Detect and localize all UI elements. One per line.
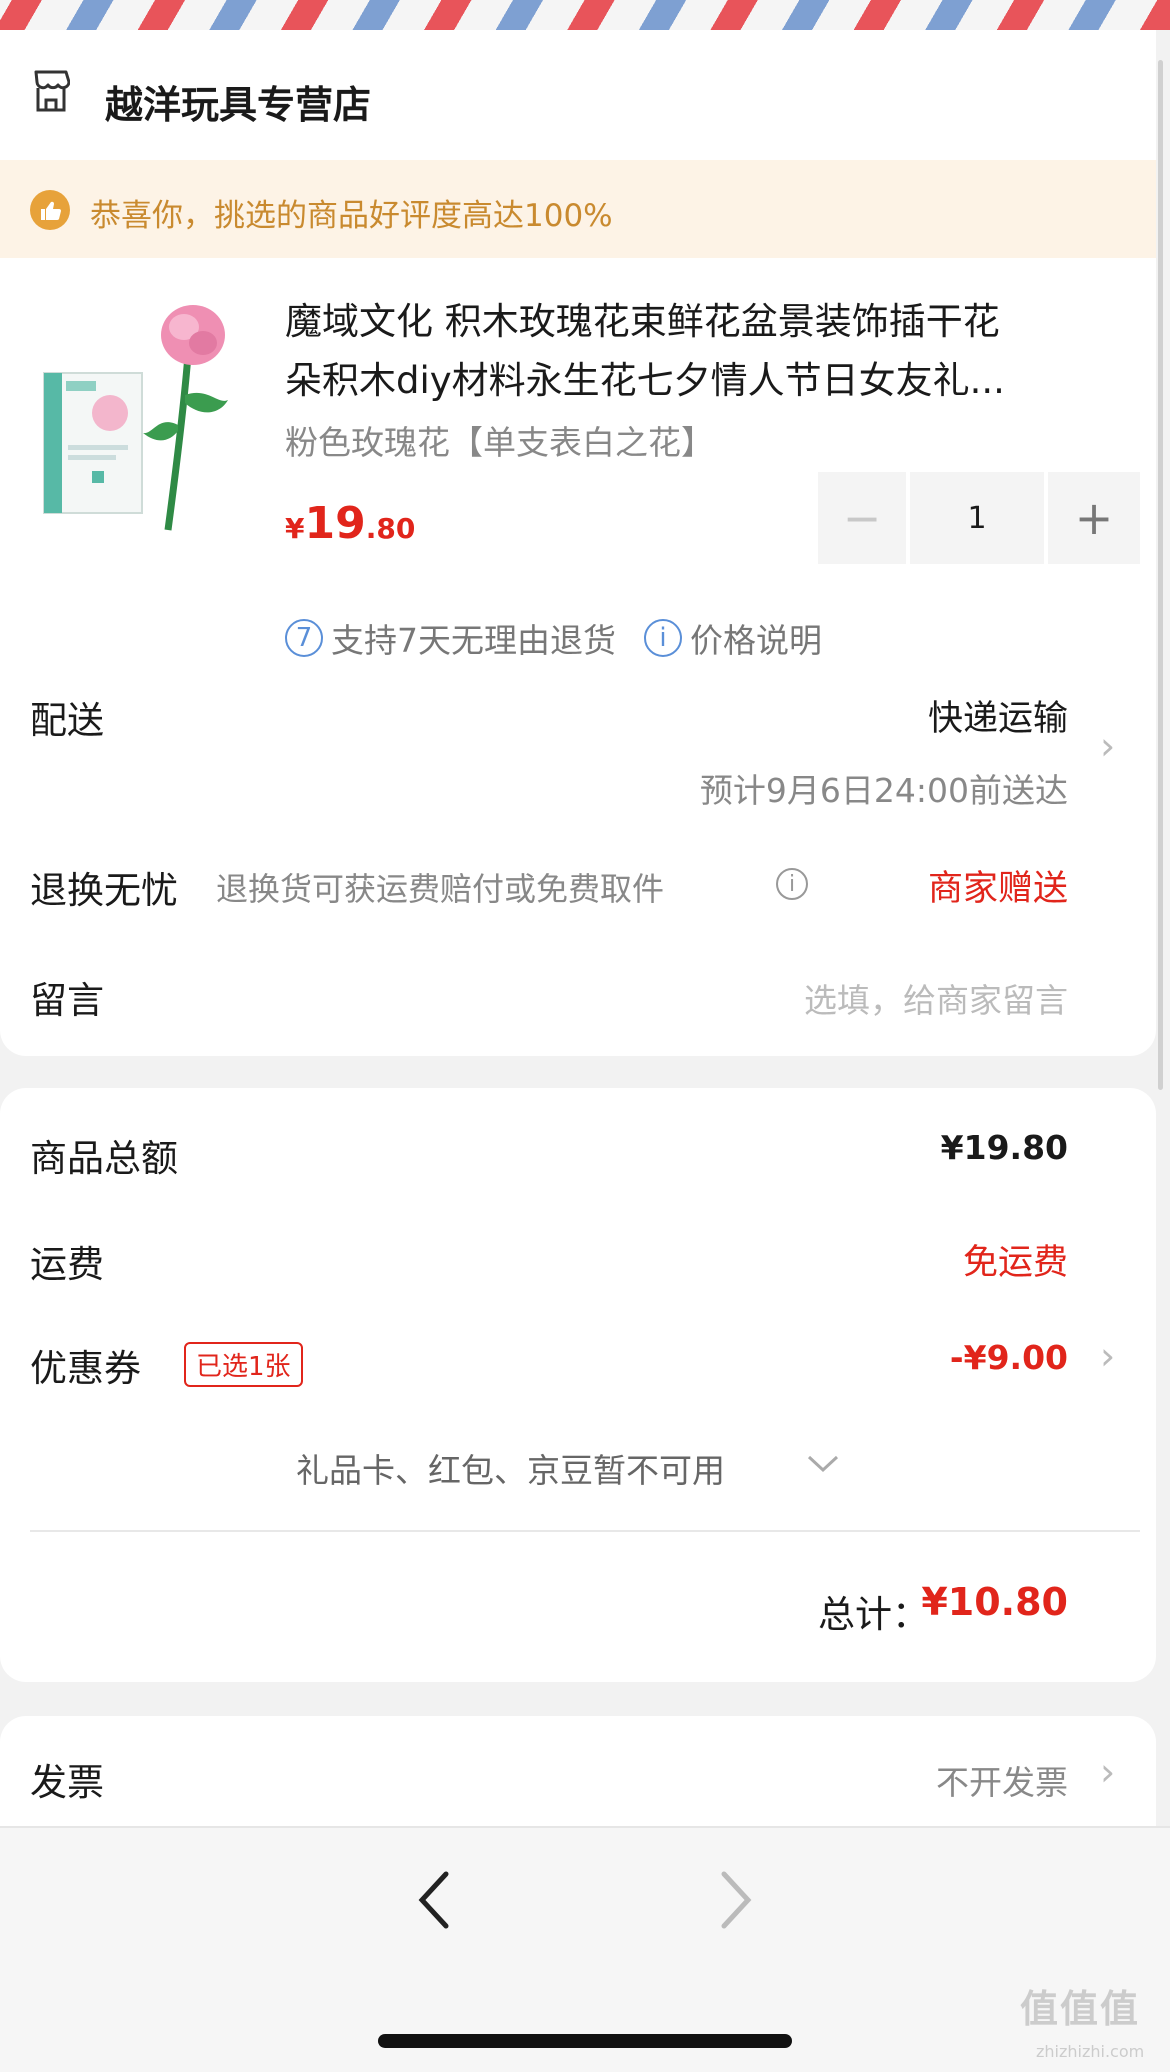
info-icon[interactable]: i [776,868,808,900]
message-label: 留言 [30,979,104,1022]
product-title-line: 魔域文化 积木玫瑰花束鲜花盆景装饰插干花 [285,300,1000,343]
info-icon: i [644,619,682,657]
invoice-card[interactable]: 发票 不开发票 › [0,1716,1156,1826]
return-policy-text[interactable]: 支持7天无理由退货 [331,614,616,662]
coupon-label: 优惠券 [30,1347,141,1390]
invoice-label: 发票 [30,1761,104,1804]
total-value: ¥10.80 [921,1580,1068,1624]
forward-arrow-icon[interactable] [716,1868,756,1932]
price-integer: 19 [304,498,366,549]
product-title[interactable]: 魔域文化 积木玫瑰花束鲜花盆景装饰插干花 朵积木diy材料永生花七夕情人节日女友… [285,292,1115,410]
coupon-value[interactable]: -¥9.00 [950,1338,1068,1377]
scrollbar[interactable] [1158,60,1163,1090]
chevron-right-icon[interactable]: › [1100,724,1115,768]
price-summary-card: 商品总额 ¥19.80 运费 免运费 优惠券 已选1张 -¥9.00 › 礼品卡… [0,1088,1156,1682]
order-card: 越洋玩具专营店 恭喜你，挑选的商品好评度高达100% 魔域文化 积木玫瑰花束鲜花… [0,30,1156,1056]
message-input[interactable]: 选填，给商家留言 [804,974,1068,1022]
chevron-right-icon[interactable]: › [1100,1750,1115,1794]
chevron-right-icon[interactable]: › [1100,1334,1115,1378]
unavailable-notice[interactable]: 礼品卡、红包、京豆暂不可用 [296,1444,725,1492]
increase-button[interactable]: + [1048,472,1140,564]
delivery-method[interactable]: 快递运输 [928,690,1068,741]
watermark-url: zhizhizhi.com [1036,2042,1145,2061]
product-price: ¥19.80 [285,498,415,549]
product-spec[interactable]: 粉色玫瑰花【单支表白之花】 [285,416,714,464]
invoice-value[interactable]: 不开发票 [936,1756,1068,1804]
shipping-label: 运费 [30,1243,104,1286]
delivery-eta: 预计9月6日24:00前送达 [699,771,1068,810]
return-service-label: 退换无忧 [30,869,178,912]
product-image[interactable] [38,295,248,540]
service-row: 7 支持7天无理由退货 i 价格说明 [285,614,822,662]
price-info-link[interactable]: 价格说明 [690,614,822,662]
envelope-stripe [0,0,1170,30]
quantity-value[interactable]: 1 [910,472,1044,564]
product-title-line: 朵积木diy材料永生花七夕情人节日女友礼... [285,359,1005,402]
return-service-desc: 退换货可获运费赔付或免费取件 [216,870,665,908]
delivery-label: 配送 [30,699,104,742]
back-arrow-icon[interactable] [414,1868,454,1932]
decrease-button[interactable]: − [818,472,906,564]
store-name[interactable]: 越洋玩具专营店 [105,74,371,129]
praise-text: 恭喜你，挑选的商品好评度高达100% [90,198,613,234]
quantity-stepper: − 1 + [818,472,1140,564]
watermark-logo: 值值值 [1020,1987,1141,2031]
chevron-down-icon[interactable] [806,1454,840,1474]
store-icon [34,70,70,112]
coupon-badge[interactable]: 已选1张 [184,1342,303,1387]
divider [30,1530,1140,1532]
shipping-value: 免运费 [962,1243,1068,1283]
thumbs-up-icon [30,190,70,230]
seven-day-return-icon: 7 [285,619,323,657]
price-symbol: ¥ [285,512,305,545]
return-service-value[interactable]: 商家赠送 [928,860,1068,911]
goods-total-label: 商品总额 [30,1137,178,1180]
home-indicator[interactable] [378,2034,792,2048]
price-decimal: .80 [365,512,416,545]
total-label: 总计： [818,1593,929,1636]
praise-banner: 恭喜你，挑选的商品好评度高达100% [0,160,1156,258]
goods-total-value: ¥19.80 [940,1128,1068,1167]
